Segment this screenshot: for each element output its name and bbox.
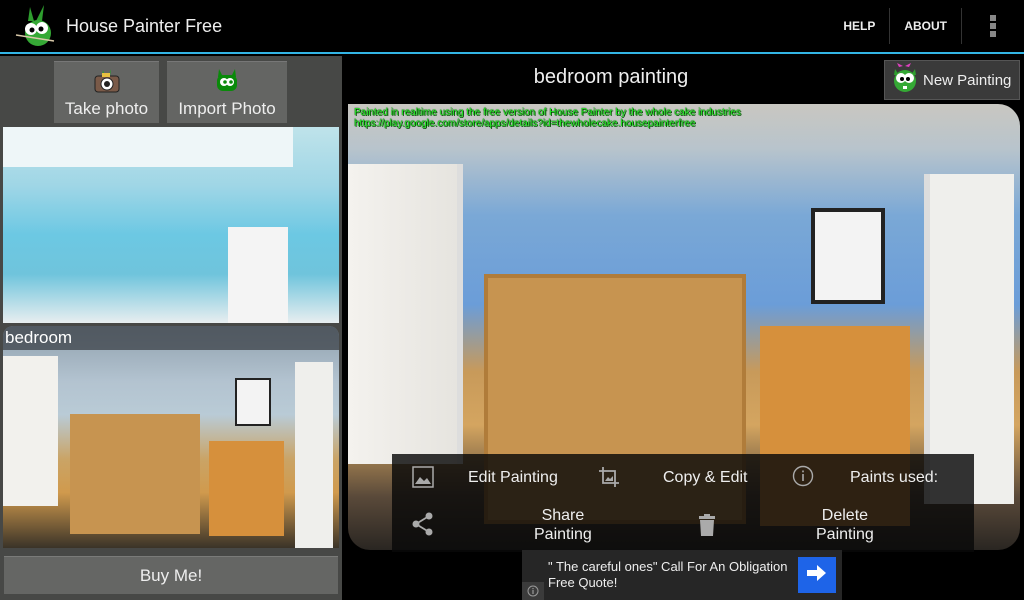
about-button[interactable]: ABOUT bbox=[890, 8, 962, 44]
window-shape bbox=[348, 164, 463, 464]
edit-painting-button[interactable]: Edit Painting bbox=[468, 468, 558, 487]
camera-icon bbox=[93, 67, 121, 95]
crop-icon[interactable] bbox=[598, 466, 620, 488]
take-photo-label: Take photo bbox=[64, 99, 149, 118]
left-panel: Take photo Import Photo bedroom Buy Me! bbox=[0, 56, 342, 600]
window-shape bbox=[3, 356, 58, 506]
stairs-shape bbox=[228, 227, 288, 323]
artwork-shape bbox=[811, 208, 885, 304]
import-photo-button[interactable]: Import Photo bbox=[167, 61, 287, 123]
info-icon[interactable] bbox=[792, 465, 814, 487]
help-button[interactable]: HELP bbox=[829, 8, 891, 44]
overflow-menu-icon[interactable] bbox=[962, 0, 1024, 53]
import-photo-label: Import Photo bbox=[178, 99, 276, 118]
info-icon[interactable] bbox=[522, 582, 544, 600]
take-photo-button[interactable]: Take photo bbox=[54, 61, 159, 123]
painting-title: bedroom painting bbox=[533, 66, 689, 88]
delete-painting-button[interactable]: Delete Painting bbox=[816, 506, 874, 544]
thumbnail-label: bedroom bbox=[3, 326, 339, 350]
arrow-right-icon bbox=[807, 564, 827, 587]
painting-context-menu: Edit Painting Copy & Edit Paints used: S… bbox=[392, 454, 974, 552]
gallery-thumbnail[interactable]: bedroom bbox=[3, 326, 339, 548]
ad-text-line: Free Quote! bbox=[548, 575, 618, 590]
delete-label: Delete bbox=[821, 507, 869, 524]
share-label: Painting bbox=[534, 526, 592, 543]
watermark-line: Painted in realtime using the free versi… bbox=[354, 107, 741, 118]
share-painting-button[interactable]: Share Painting bbox=[534, 506, 592, 544]
copy-edit-button[interactable]: Copy & Edit bbox=[663, 468, 747, 487]
paints-used-button[interactable]: Paints used: bbox=[850, 468, 938, 487]
paints-used-label: Paints used: bbox=[850, 469, 939, 486]
dresser-shape bbox=[209, 441, 284, 536]
copy-edit-label: Copy & Edit bbox=[663, 469, 748, 486]
buy-me-button[interactable]: Buy Me! bbox=[4, 556, 338, 594]
loft-bed-shape bbox=[3, 127, 293, 167]
shelf-shape bbox=[70, 414, 200, 534]
watermark-url: https://play.google.com/store/apps/detai… bbox=[354, 118, 696, 129]
ad-banner[interactable]: " The careful ones" Call For An Obligati… bbox=[522, 550, 842, 600]
new-painting-label: New Painting bbox=[923, 71, 1012, 89]
share-label: Share bbox=[541, 507, 585, 524]
app-title: House Painter Free bbox=[66, 15, 223, 36]
new-painting-button[interactable]: New Painting bbox=[884, 60, 1020, 100]
ad-cta-button[interactable] bbox=[798, 557, 836, 593]
gallery-thumbnail[interactable] bbox=[3, 127, 339, 323]
edit-painting-label: Edit Painting bbox=[468, 469, 558, 486]
right-panel: bedroom painting New Painting Painted in… bbox=[344, 56, 1024, 600]
artwork-shape bbox=[235, 378, 271, 426]
ad-text-line: " The careful ones" Call For An Obligati… bbox=[548, 559, 788, 574]
delete-label: Painting bbox=[816, 526, 874, 543]
door-shape bbox=[295, 362, 333, 548]
bunny-with-bow-icon bbox=[891, 63, 919, 97]
green-bunny-icon bbox=[213, 67, 241, 95]
edit-painting-icon[interactable] bbox=[412, 466, 434, 488]
action-bar: House Painter Free HELP ABOUT bbox=[0, 0, 1024, 54]
trash-icon[interactable] bbox=[698, 514, 716, 536]
watermark-text: Painted in realtime using the free versi… bbox=[354, 107, 741, 129]
ad-text: " The careful ones" Call For An Obligati… bbox=[548, 559, 788, 591]
share-icon[interactable] bbox=[412, 512, 434, 536]
app-logo-icon[interactable] bbox=[14, 3, 60, 49]
